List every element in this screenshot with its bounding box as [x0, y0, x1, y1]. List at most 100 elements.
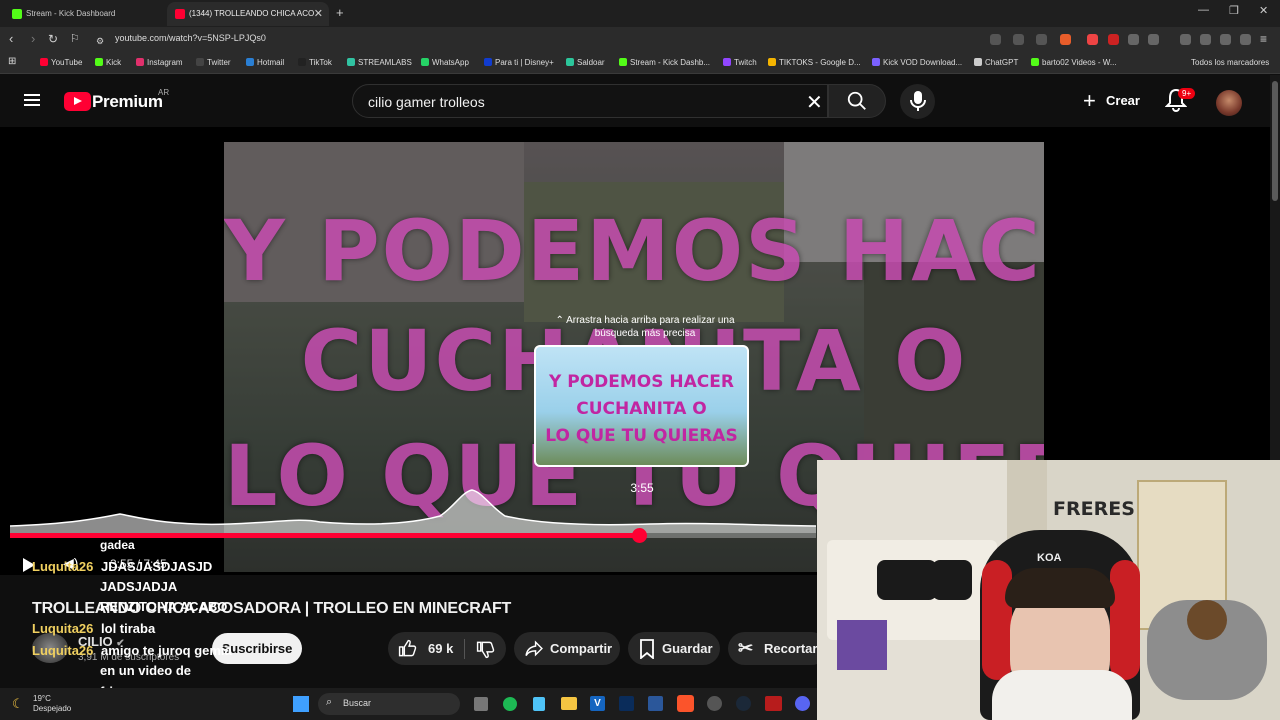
menu-icon[interactable]: ≡	[1260, 32, 1267, 46]
video-overlay-line: Y PODEMOS HACER	[224, 202, 1044, 300]
notepad-icon[interactable]	[533, 697, 545, 711]
bookmark-item[interactable]: TikTok	[298, 57, 332, 68]
app-icon[interactable]	[765, 696, 782, 711]
maximize-button[interactable]: ❐	[1229, 4, 1239, 17]
obs-icon[interactable]	[707, 696, 722, 711]
forward-button[interactable]: ›	[31, 32, 35, 46]
file-explorer-icon[interactable]	[561, 697, 577, 710]
share-arrow-icon	[525, 640, 543, 657]
scrubber-handle[interactable]	[632, 528, 647, 543]
discord-icon[interactable]	[795, 696, 810, 711]
photoshop-icon[interactable]	[619, 696, 634, 711]
chat-message: Luquita26 lol tiraba	[32, 621, 156, 636]
share-icon[interactable]	[1036, 34, 1047, 45]
vegas-icon[interactable]: V	[590, 696, 605, 711]
thumbs-down-icon[interactable]	[476, 640, 495, 659]
chat-username: Luquita26	[32, 621, 94, 636]
bookmark-item[interactable]: Saldoar	[566, 57, 605, 68]
search-button[interactable]	[828, 84, 886, 118]
page-scrollbar[interactable]	[1270, 75, 1280, 460]
bookmark-item[interactable]: barto02 Videos - W...	[1031, 57, 1117, 68]
share-button[interactable]: Compartir	[514, 632, 620, 665]
bookmark-item[interactable]: Stream - Kick Dashb...	[619, 57, 710, 68]
windows-taskbar: ☾ 19°C Despejado ⌕ Buscar V	[0, 688, 817, 720]
close-window-button[interactable]: ✕	[1259, 4, 1268, 17]
brave-browser-icon[interactable]	[677, 695, 694, 712]
bookmark-page-icon[interactable]: ⚐	[70, 32, 80, 46]
chat-username: Luquita26	[32, 559, 94, 574]
bookmark-favicon-icon	[872, 58, 880, 66]
bookmark-item[interactable]: TIKTOKS - Google D...	[768, 57, 861, 68]
bookmark-item[interactable]: WhatsApp	[421, 57, 469, 68]
seek-preview-thumbnail: Y PODEMOS HACER CUCHANITA O LO QUE TU QU…	[534, 345, 749, 467]
bookmark-item[interactable]: ChatGPT	[974, 57, 1018, 68]
microphone-icon	[910, 91, 926, 111]
task-view-icon[interactable]	[474, 697, 488, 711]
bookmarks-bar: ⊞ YouTube Kick Instagram Twitter Hotmail TikT…	[0, 52, 1280, 74]
clip-button[interactable]: ✂ Recortar	[728, 632, 828, 665]
save-button[interactable]: Guardar	[628, 632, 720, 665]
youtube-logo-icon[interactable]	[64, 92, 91, 111]
clear-search-icon[interactable]: ✕	[806, 90, 823, 115]
spotify-icon[interactable]	[503, 697, 517, 711]
steam-icon[interactable]	[736, 696, 751, 711]
windows-start-icon[interactable]	[293, 696, 309, 712]
brave-shield-icon[interactable]	[1060, 34, 1071, 45]
puzzle-icon[interactable]	[1128, 34, 1139, 45]
all-bookmarks-folder[interactable]: Todos los marcadores	[1180, 57, 1269, 68]
vpn-icon[interactable]	[1240, 34, 1251, 45]
reload-button[interactable]: ↻	[48, 32, 58, 46]
menu-hamburger-icon[interactable]	[24, 94, 40, 106]
bookmark-icon	[640, 639, 654, 659]
extension-icon[interactable]	[1087, 34, 1098, 45]
new-tab-button[interactable]: +	[336, 5, 344, 20]
premium-brand[interactable]: Premium	[92, 92, 163, 112]
zoom-icon[interactable]	[1013, 34, 1024, 45]
url-field[interactable]: youtube.com/watch?v=5NSP-LPJQs0	[115, 33, 266, 43]
bookmark-item[interactable]: Para ti | Disney+	[484, 57, 554, 68]
voice-search-button[interactable]	[900, 84, 935, 119]
account-avatar[interactable]	[1216, 90, 1242, 116]
sidebar-icon[interactable]	[1148, 34, 1159, 45]
bookmark-item[interactable]: YouTube	[40, 57, 82, 68]
bookmark-item[interactable]: Twitch	[723, 57, 757, 68]
thumbs-up-icon	[398, 639, 417, 657]
bookmark-favicon-icon	[298, 58, 306, 66]
tab-kick-dashboard[interactable]: Stream - Kick Dashboard	[4, 2, 164, 26]
scrollbar-thumb[interactable]	[1272, 81, 1278, 201]
bookmark-item[interactable]: Instagram	[136, 57, 183, 68]
extension-icon[interactable]	[1108, 34, 1119, 45]
create-label: Crear	[1106, 93, 1140, 108]
minimize-button[interactable]: —	[1198, 4, 1209, 16]
apps-icon[interactable]: ⊞	[8, 56, 16, 67]
search-input[interactable]: cilio gamer trolleos	[368, 94, 485, 110]
search-box[interactable]: cilio gamer trolleos ✕	[352, 84, 828, 118]
screen-icon[interactable]	[990, 34, 1001, 45]
bookmark-item[interactable]: STREAMLABS	[347, 57, 412, 68]
bookmark-favicon-icon	[1031, 58, 1039, 66]
create-button[interactable]: + Crear	[1078, 85, 1144, 117]
preview-line: LO QUE TU QUIERAS	[545, 426, 738, 446]
bookmark-favicon-icon	[484, 58, 492, 66]
search-icon: ⌕	[326, 696, 333, 708]
wallet-icon[interactable]	[1200, 34, 1211, 45]
bookmark-item[interactable]: Kick	[95, 57, 121, 68]
chat-message: JADSJADJA	[100, 579, 178, 594]
like-count: 69 k	[428, 641, 454, 656]
back-button[interactable]: ‹	[9, 32, 13, 46]
bookmark-item[interactable]: Kick VOD Download...	[872, 57, 962, 68]
chat-message: en un video de	[100, 663, 192, 678]
music-icon[interactable]	[1180, 34, 1191, 45]
word-icon[interactable]	[648, 696, 663, 711]
webcam-overlay: FRERES KOA	[817, 460, 1280, 720]
site-info-icon[interactable]: ⚙	[96, 34, 104, 48]
bookmark-favicon-icon	[196, 58, 204, 66]
tab-youtube-video[interactable]: (1344) TROLLEANDO CHICA ACO ✕	[167, 2, 329, 26]
weather-moon-icon[interactable]: ☾	[12, 696, 24, 712]
seek-hint: ⌃ Arrastra hacia arriba para realizar un…	[555, 315, 735, 339]
leo-icon[interactable]	[1220, 34, 1231, 45]
taskbar-search[interactable]: ⌕ Buscar	[318, 693, 460, 715]
bookmark-item[interactable]: Hotmail	[246, 57, 284, 68]
close-tab-icon[interactable]: ✕	[314, 2, 323, 26]
bookmark-item[interactable]: Twitter	[196, 57, 231, 68]
